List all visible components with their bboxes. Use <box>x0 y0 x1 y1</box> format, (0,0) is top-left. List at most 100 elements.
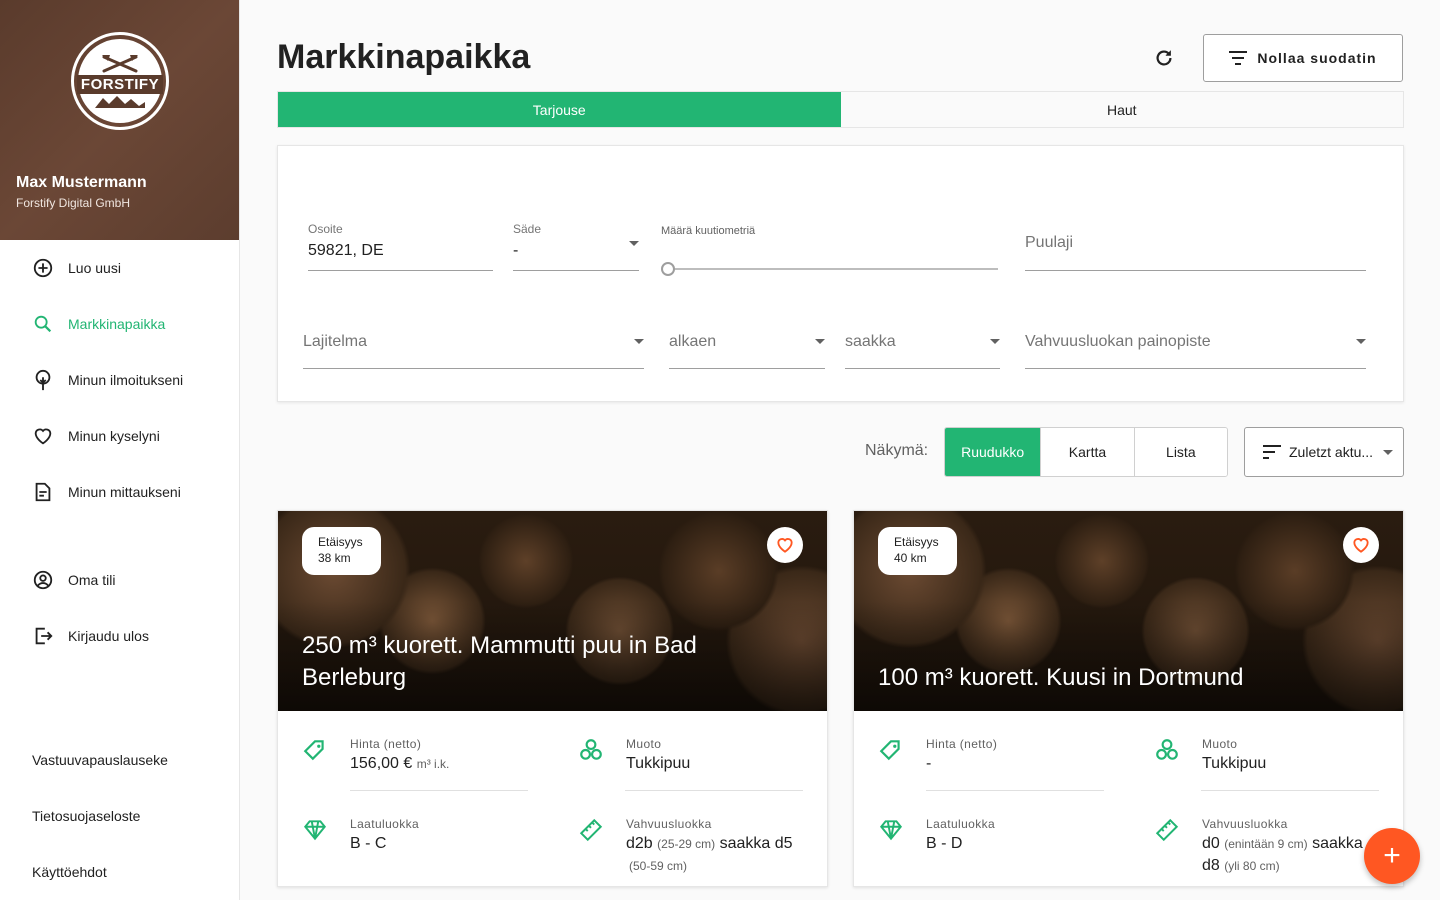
address-field[interactable]: Osoite 59821, DE <box>308 222 493 271</box>
forstify-logo: FORSTIFY <box>71 32 169 130</box>
form-label: Muoto <box>626 737 662 751</box>
tabs: Tarjouse Haut <box>277 91 1404 128</box>
distance-label: Etäisyys <box>318 535 363 549</box>
strength-value-line: d2b (25-29 cm) saakka d5 <box>626 835 793 853</box>
card-title: 100 m³ kuorett. Kuusi in Dortmund <box>878 664 1244 691</box>
add-offer-fab[interactable]: + <box>1364 828 1420 884</box>
from-placeholder: alkaen <box>669 333 717 350</box>
sidebar-item-logout[interactable]: Kirjaudu ulos <box>0 614 240 658</box>
price-value: 156,00 € <box>350 755 413 772</box>
volume-label: Määrä kuutiometriä <box>661 225 756 237</box>
from-select[interactable]: alkaen <box>669 322 825 369</box>
strength-to-note: (50-59 cm) <box>629 859 688 873</box>
quality-value: B - C <box>350 835 387 852</box>
strength-focus-placeholder: Vahvuusluokan painopiste <box>1025 333 1211 350</box>
strength-label: Vahvuusluokka <box>626 817 712 831</box>
sidebar-item-label: Kirjaudu ulos <box>68 628 149 644</box>
document-icon <box>35 482 51 502</box>
ruler-icon <box>579 818 603 842</box>
divider <box>926 790 1104 791</box>
sidebar-item-label: Minun ilmoitukseni <box>68 372 184 388</box>
chevron-down-icon <box>629 241 639 246</box>
price-spec: Hinta (netto) 156,00 € m³ i.k. <box>302 737 532 777</box>
tab-offers[interactable]: Tarjouse <box>278 92 841 127</box>
sidebar-item-my-listings[interactable]: Minun ilmoitukseni <box>0 358 240 402</box>
quality-spec: Laatuluokka B - D <box>878 817 1108 857</box>
forest-icon <box>95 95 145 108</box>
view-list-button[interactable]: Lista <box>1133 428 1227 476</box>
logout-icon <box>35 627 53 645</box>
page-title: Markkinapaikka <box>277 38 531 76</box>
reset-filter-button[interactable]: Nollaa suodatin <box>1203 34 1403 82</box>
view-label: Näkymä: <box>865 442 929 459</box>
sidebar-item-create-new[interactable]: Luo uusi <box>0 246 240 290</box>
form-spec: Muoto Tukkipuu <box>578 737 808 777</box>
form-spec: Muoto Tukkipuu <box>1154 737 1384 777</box>
strength-label: Vahvuusluokka <box>1202 817 1288 831</box>
strength-focus-select[interactable]: Vahvuusluokan painopiste <box>1025 322 1366 369</box>
distance-value: 38 km <box>318 551 351 565</box>
species-select[interactable]: Puulaji <box>1025 222 1366 271</box>
ruler-icon <box>1155 818 1179 842</box>
price-spec: Hinta (netto) - <box>878 737 1108 777</box>
favorite-button[interactable] <box>767 527 803 563</box>
divider <box>350 790 528 791</box>
favorite-button[interactable] <box>1343 527 1379 563</box>
heart-icon <box>34 428 52 445</box>
strength-sep: saakka <box>719 835 771 852</box>
sort-label: Zuletzt aktu... <box>1289 444 1374 460</box>
assortment-placeholder: Lajitelma <box>303 333 368 350</box>
strength-spec: Vahvuusluokka d0 (enintään 9 cm) saakka … <box>1154 817 1394 877</box>
diamond-icon <box>879 820 903 841</box>
card-title: 250 m³ kuorett. Mammutti puu in Bad Berl… <box>302 632 697 691</box>
distance-label: Etäisyys <box>894 535 939 549</box>
sidebar-header: FORSTIFY Max Mustermann Forstify Digital… <box>0 0 239 240</box>
radius-label: Säde <box>513 222 542 236</box>
radius-select[interactable]: Säde - <box>513 222 639 271</box>
crossed-axes-icon <box>102 54 138 72</box>
price-value-line: 156,00 € m³ i.k. <box>350 755 449 773</box>
sidebar-item-account[interactable]: Oma tili <box>0 558 240 602</box>
sidebar-item-marketplace[interactable]: Markkinapaikka <box>0 302 240 346</box>
strength-to-note: (yli 80 cm) <box>1224 859 1280 873</box>
form-label: Muoto <box>1202 737 1238 751</box>
privacy-link[interactable]: Tietosuojaseloste <box>32 808 140 824</box>
offer-card[interactable]: Etäisyys 40 km 100 m³ kuorett. Kuusi in … <box>853 510 1404 887</box>
strength-from: d2b <box>626 835 653 852</box>
address-value: 59821, DE <box>308 242 384 259</box>
view-map-button[interactable]: Kartta <box>1040 428 1134 476</box>
view-grid-button[interactable]: Ruudukko <box>945 428 1041 476</box>
sidebar-item-label: Markkinapaikka <box>68 316 166 332</box>
user-name: Max Mustermann <box>16 174 147 191</box>
heart-icon <box>1353 538 1369 553</box>
price-value-line: - <box>926 755 931 773</box>
plus-circle-icon <box>33 258 53 278</box>
volume-slider-track[interactable] <box>667 268 998 270</box>
tab-searches[interactable]: Haut <box>840 92 1403 127</box>
terms-link[interactable]: Käyttöehdot <box>32 864 107 880</box>
quality-label: Laatuluokka <box>350 817 420 831</box>
offer-card[interactable]: Etäisyys 38 km 250 m³ kuorett. Mammutti … <box>277 510 828 887</box>
strength-sep: saakka <box>1312 835 1363 852</box>
strength-to-line: d8 (yli 80 cm) <box>1202 857 1280 875</box>
sidebar-item-my-measurements[interactable]: Minun mittaukseni <box>0 470 240 514</box>
assortment-select[interactable]: Lajitelma <box>303 322 644 369</box>
disclaimer-link[interactable]: Vastuuvapauslauseke <box>32 752 168 768</box>
divider <box>1201 790 1379 791</box>
species-placeholder: Puulaji <box>1025 234 1074 251</box>
price-label: Hinta (netto) <box>926 737 998 751</box>
account-icon <box>33 570 53 590</box>
search-icon <box>34 315 52 333</box>
heart-icon <box>777 538 793 553</box>
sidebar-item-label: Oma tili <box>68 572 116 588</box>
sidebar-item-label: Minun mittaukseni <box>68 484 181 500</box>
sidebar-item-my-requests[interactable]: Minun kyselyni <box>0 414 240 458</box>
user-company: Forstify Digital GmbH <box>16 196 131 210</box>
sidebar: FORSTIFY Max Mustermann Forstify Digital… <box>0 0 240 900</box>
chevron-down-icon <box>1356 339 1366 344</box>
refresh-button[interactable] <box>1150 44 1178 72</box>
to-select[interactable]: saakka <box>845 322 1000 369</box>
sort-select[interactable]: Zuletzt aktu... <box>1244 427 1404 477</box>
logs-icon <box>1156 739 1178 760</box>
volume-slider-thumb[interactable] <box>661 262 675 276</box>
